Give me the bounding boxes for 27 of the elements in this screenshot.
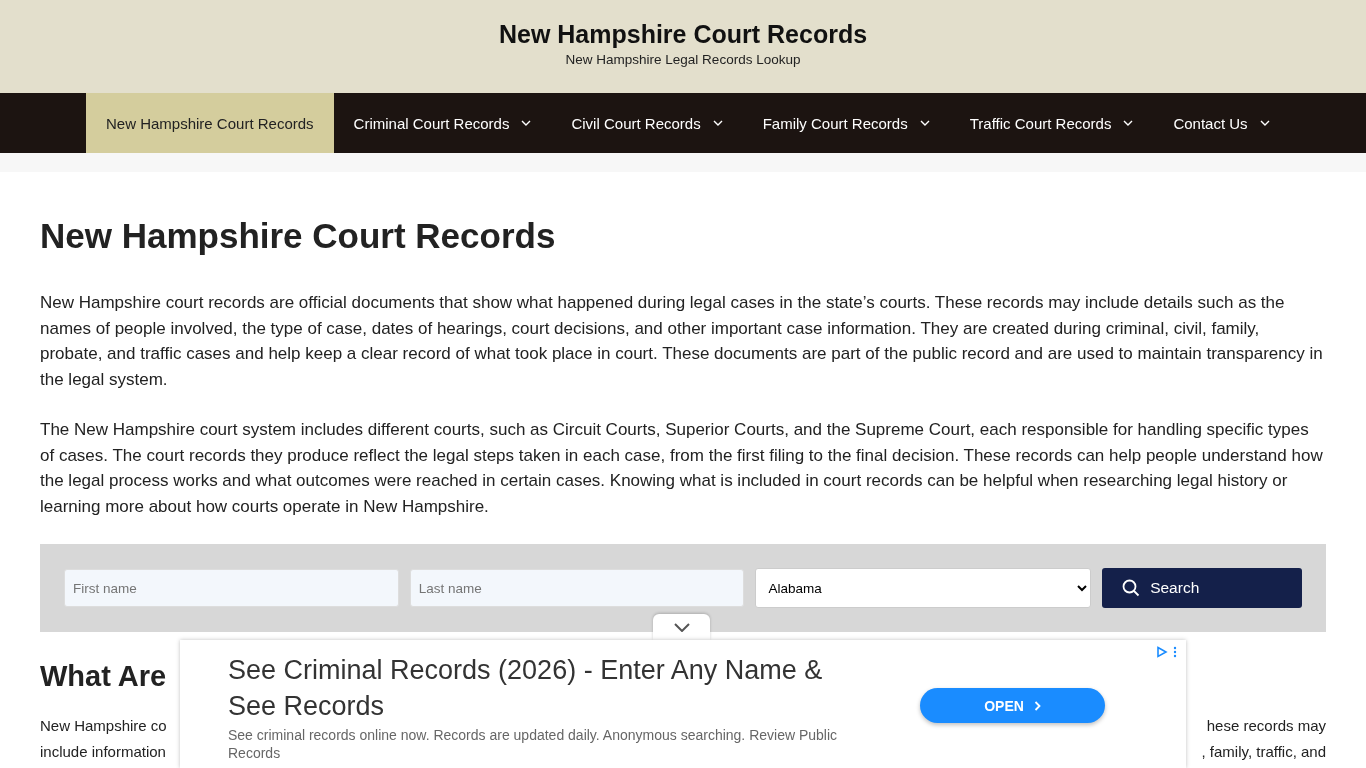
nav-item[interactable]: Civil Court Records xyxy=(551,93,743,153)
ad-choices-icon[interactable] xyxy=(1156,646,1178,658)
paragraph: New Hampshire court records are official documents that show what happened during legal cases in the state’s courts. These records may include details such as the names of people involved, the type of case, dates of hearings, court decisions, and other important case information. They are created during criminal, civil, family, probate, and traffic cases and help keep a clear record of what took place in court. These documents are part of the public record and are used to maintain transparency in the legal system. xyxy=(40,292,1324,391)
paragraph-text: New Hampshire co xyxy=(40,716,167,736)
ad-title[interactable]: See Criminal Records (2026) - Enter Any Name & See Records xyxy=(228,652,858,724)
state-select[interactable]: Alabama xyxy=(755,568,1092,608)
search-icon xyxy=(1122,579,1141,597)
paragraph-text: , family, traffic, and xyxy=(1201,742,1326,762)
section-heading: What Are xyxy=(40,660,167,693)
paragraph: The New Hampshire court system includes different courts, such as Circuit Courts, Superior Courts, and the Supreme Court, each responsible for handling specific types of cases. The court records they produce reflect the legal steps taken in each case, from the first filing to the final decision. These records can help people understand how the legal process works and what outcomes were reached in certain cases. Knowing what is included in court records can be helpful when researching legal history or learning more about how courts operate in New Hampshire. xyxy=(40,419,1324,518)
nav-item[interactable]: New Hampshire Court Records xyxy=(86,93,334,153)
nav-item[interactable]: Contact Us xyxy=(1153,93,1290,153)
site-title[interactable]: New Hampshire Court Records xyxy=(498,20,868,49)
paragraph-text: hese records may xyxy=(1206,716,1326,736)
search-button[interactable]: Search xyxy=(1102,568,1302,608)
nav-item[interactable]: Traffic Court Records xyxy=(949,93,1154,153)
chevron-right-icon xyxy=(1033,700,1041,711)
first-name-field[interactable]: First name xyxy=(64,569,399,607)
site-tagline: New Hampshire Legal Records Lookup xyxy=(565,52,801,67)
nav-item[interactable]: Criminal Court Records xyxy=(333,93,552,153)
chevron-down-icon xyxy=(673,622,690,632)
collapse-tab[interactable] xyxy=(653,614,710,640)
nav-item[interactable]: Family Court Records xyxy=(742,93,950,153)
page-heading: New Hampshire Court Records xyxy=(40,216,557,256)
last-name-field[interactable]: Last name xyxy=(409,569,745,607)
paragraph-text: include information xyxy=(40,742,166,762)
ad-description: See criminal records online now. Records are updated daily. Anonymous searching. Review Public Records xyxy=(228,726,839,762)
